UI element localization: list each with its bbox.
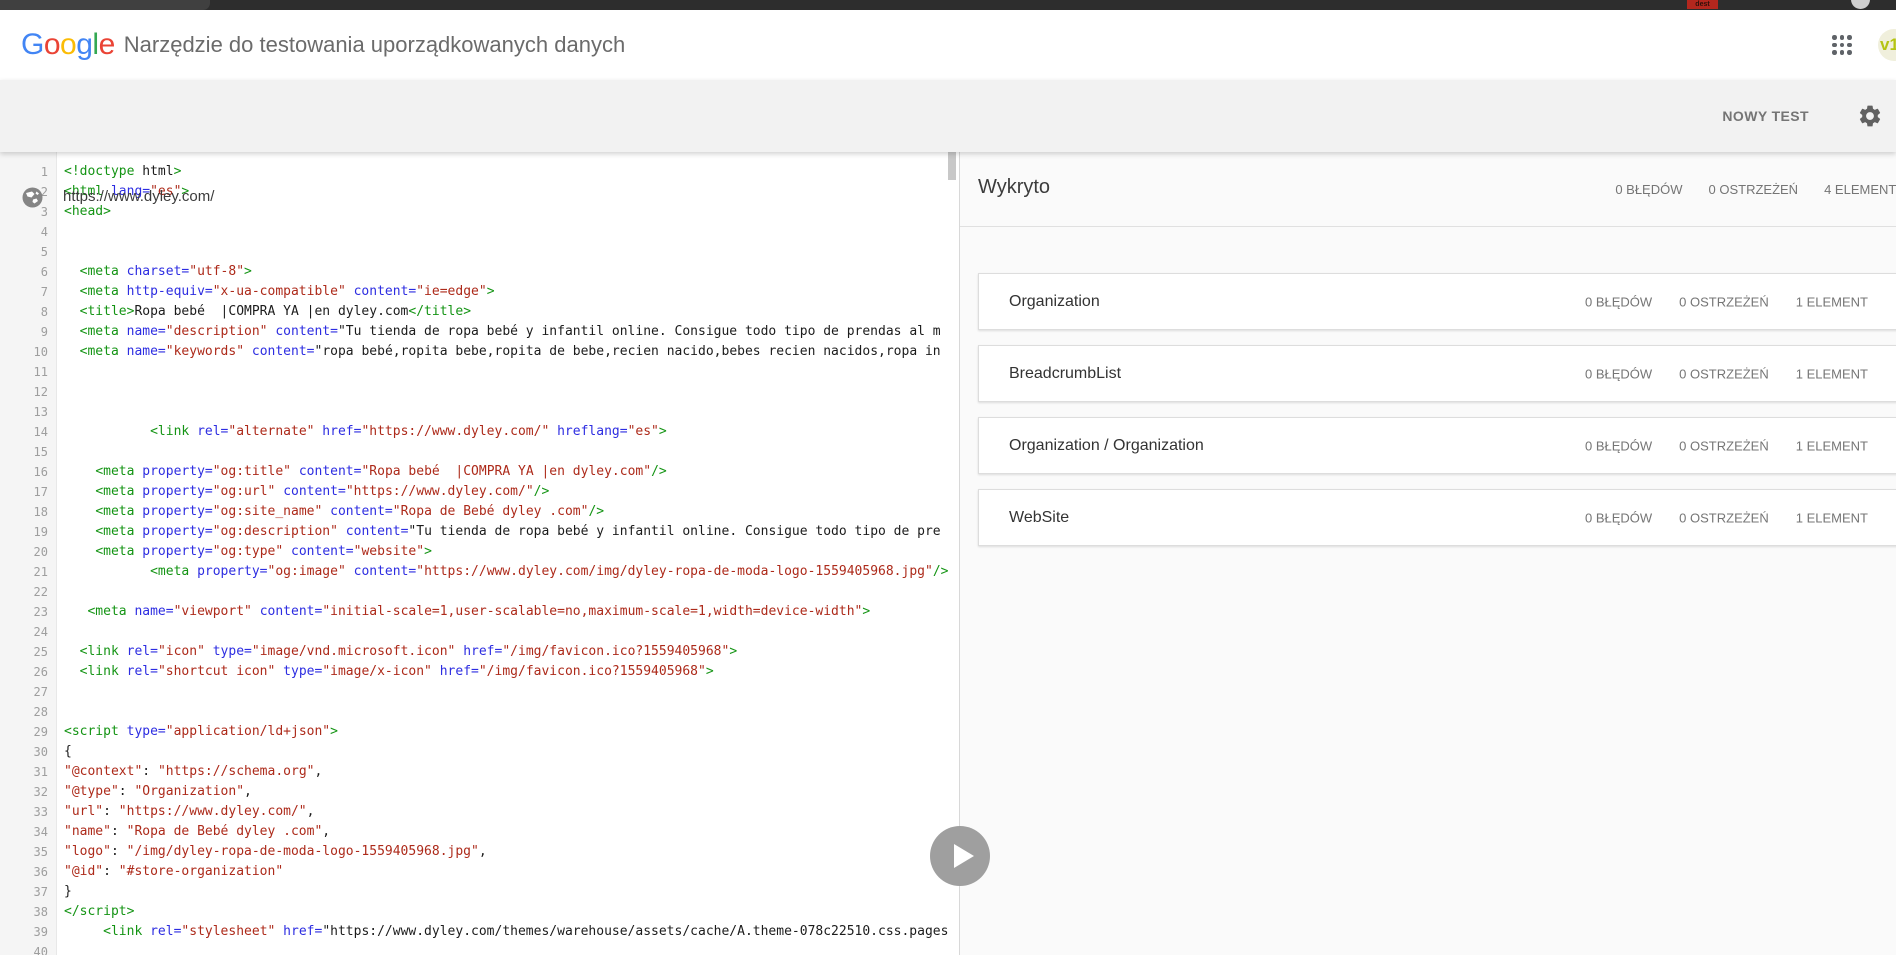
elements-count: 1 ELEMENT bbox=[1795, 294, 1868, 309]
source-code-panel[interactable]: 1 <!doctype html> 2 <html lang="es"> 3 <head>… bbox=[0, 152, 959, 955]
browser-extension-badge: dest bbox=[1687, 0, 1718, 9]
code-scrollbar-thumb[interactable] bbox=[948, 152, 956, 180]
code-line: 32 "@type": "Organization", bbox=[33, 784, 252, 799]
code-line: 21 <meta property="og:image" content="ht… bbox=[33, 564, 949, 579]
result-card-stats: 0 BŁĘDÓW 0 OSTRZEŻEŃ 1 ELEMENT bbox=[1585, 438, 1868, 453]
browser-chrome-bar: dest bbox=[0, 0, 1896, 10]
code-line: 11 bbox=[33, 365, 48, 379]
code-line: 1 <!doctype html> bbox=[40, 164, 182, 179]
url-toolbar: https://www.dyley.com/ NOWY TEST bbox=[0, 80, 1896, 208]
browser-tab[interactable] bbox=[0, 0, 210, 10]
result-type-label: Organization / Organization bbox=[1009, 436, 1204, 454]
page-title: Narzędzie do testowania uporządkowanych … bbox=[123, 32, 626, 57]
code-line: 29 <script type="application/ld+json"> bbox=[33, 724, 338, 739]
result-card[interactable]: WebSite 0 BŁĘDÓW 0 OSTRZEŻEŃ 1 ELEMENT bbox=[978, 489, 1896, 546]
errors-count: 0 BŁĘDÓW bbox=[1584, 294, 1653, 309]
code-line: 25 <link rel="icon" type="image/vnd.micr… bbox=[33, 644, 738, 659]
code-line: 39 <link rel="stylesheet" href="https://… bbox=[33, 924, 949, 939]
code-line: 7 <meta http-equiv="x-ua-compatible" con… bbox=[40, 284, 495, 299]
summary-errors: 0 BŁĘDÓW bbox=[1615, 182, 1683, 197]
main-content: 1 <!doctype html> 2 <html lang="es"> 3 <head>… bbox=[0, 152, 1896, 955]
result-card[interactable]: Organization / Organization 0 BŁĘDÓW 0 O… bbox=[978, 417, 1896, 474]
tested-url: https://www.dyley.com/ bbox=[63, 188, 215, 205]
code-line: 10 <meta name="keywords" content="ropa b… bbox=[33, 344, 941, 359]
elements-count: 1 ELEMENT bbox=[1795, 510, 1868, 525]
code-line: 16 <meta property="og:title" content="Ro… bbox=[33, 464, 667, 479]
errors-count: 0 BŁĘDÓW bbox=[1584, 438, 1653, 453]
globe-icon bbox=[22, 187, 43, 213]
result-type-label: WebSite bbox=[1009, 508, 1070, 526]
new-test-button[interactable]: NOWY TEST bbox=[1722, 108, 1809, 124]
code-line: 12 bbox=[33, 385, 48, 399]
summary-warnings: 0 OSTRZEŻEŃ bbox=[1708, 182, 1799, 197]
code-line: 34 "name": "Ropa de Bebé dyley .com", bbox=[33, 824, 331, 839]
code-line: 27 bbox=[33, 685, 48, 699]
code-line: 5 bbox=[40, 245, 48, 259]
results-panel: Wykryto 0 BŁĘDÓW 0 OSTRZEŻEŃ 4 ELEMENTY … bbox=[959, 152, 1896, 955]
result-card-stats: 0 BŁĘDÓW 0 OSTRZEŻEŃ 1 ELEMENT bbox=[1585, 510, 1868, 525]
code-line: 36 "@id": "#store-organization" bbox=[33, 864, 284, 879]
code-line: 19 <meta property="og:description" conte… bbox=[33, 524, 941, 539]
warnings-count: 0 OSTRZEŻEŃ bbox=[1679, 366, 1769, 381]
errors-count: 0 BŁĘDÓW bbox=[1584, 510, 1653, 525]
code-line: 24 bbox=[33, 625, 48, 639]
avatar[interactable]: v1c bbox=[1878, 29, 1896, 61]
results-header: Wykryto 0 BŁĘDÓW 0 OSTRZEŻEŃ 4 ELEMENTY bbox=[960, 152, 1896, 227]
result-card[interactable]: BreadcrumbList 0 BŁĘDÓW 0 OSTRZEŻEŃ 1 EL… bbox=[978, 345, 1896, 402]
code-line: 37} bbox=[33, 884, 72, 899]
code-line: 35 "logo": "/img/dyley-ropa-de-moda-logo-… bbox=[33, 844, 487, 859]
elements-count: 1 ELEMENT bbox=[1795, 438, 1868, 453]
warnings-count: 0 OSTRZEŻEŃ bbox=[1679, 294, 1769, 309]
code-line: 22 bbox=[33, 585, 48, 599]
code-line: 8 <title>Ropa bebé |COMPRA YA |en dyley.… bbox=[40, 304, 472, 319]
result-cards-list: Organization 0 BŁĘDÓW 0 OSTRZEŻEŃ 1 ELEM… bbox=[960, 227, 1896, 546]
results-title: Wykryto bbox=[978, 176, 1051, 198]
code-line: 18 <meta property="og:site_name" content… bbox=[33, 504, 605, 519]
code-line: 33 "url": "https://www.dyley.com/", bbox=[33, 804, 315, 819]
code-line: 6 <meta charset="utf-8"> bbox=[40, 264, 252, 279]
code-line: 31 "@context": "https://schema.org", bbox=[33, 764, 323, 779]
code-line: 26 <link rel="shortcut icon" type="image… bbox=[33, 664, 714, 679]
elements-count: 1 ELEMENT bbox=[1795, 366, 1868, 381]
result-card-stats: 0 BŁĘDÓW 0 OSTRZEŻEŃ 1 ELEMENT bbox=[1585, 294, 1868, 309]
code-line: 13 bbox=[33, 405, 48, 419]
code-line: 9 <meta name="description" content="Tu t… bbox=[40, 324, 941, 339]
code-line: 14 <link rel="alternate" href="https://w… bbox=[33, 424, 667, 439]
code-line: 38 </script> bbox=[33, 904, 135, 919]
code-line: 4 bbox=[40, 225, 48, 239]
code-line: 15 bbox=[33, 445, 48, 459]
google-logo[interactable]: Google bbox=[21, 28, 115, 62]
result-type-label: BreadcrumbList bbox=[1009, 364, 1122, 382]
structured-data-testing-tool: dest Google Narzędzie do testowania upor… bbox=[0, 0, 1896, 955]
code-line: 30{ bbox=[33, 744, 72, 759]
gear-icon[interactable] bbox=[1857, 103, 1883, 129]
summary-stats: 0 BŁĘDÓW 0 OSTRZEŻEŃ 4 ELEMENTY bbox=[1615, 182, 1896, 197]
code-line: 23 <meta name="viewport" content="initia… bbox=[33, 604, 871, 619]
result-type-label: Organization bbox=[1009, 292, 1100, 310]
code-line: 3 <head> bbox=[40, 204, 111, 219]
summary-elements: 4 ELEMENTY bbox=[1824, 182, 1896, 197]
code-line: 20 <meta property="og:type" content="web… bbox=[33, 544, 432, 559]
run-test-button[interactable] bbox=[930, 826, 990, 886]
code-lines: 1 <!doctype html> 2 <html lang="es"> 3 <head>… bbox=[0, 152, 959, 955]
apps-grid-icon[interactable] bbox=[1832, 35, 1852, 55]
errors-count: 0 BŁĘDÓW bbox=[1584, 366, 1653, 381]
result-card-stats: 0 BŁĘDÓW 0 OSTRZEŻEŃ 1 ELEMENT bbox=[1585, 366, 1868, 381]
code-line: 28 bbox=[33, 705, 48, 719]
browser-profile-icon[interactable] bbox=[1851, 0, 1870, 9]
avatar-text: v1c bbox=[1880, 35, 1896, 54]
code-line: 17 <meta property="og:url" content="http… bbox=[33, 484, 550, 499]
warnings-count: 0 OSTRZEŻEŃ bbox=[1679, 510, 1769, 525]
app-header: Google Narzędzie do testowania uporządko… bbox=[0, 10, 1896, 80]
result-card[interactable]: Organization 0 BŁĘDÓW 0 OSTRZEŻEŃ 1 ELEM… bbox=[978, 273, 1896, 330]
play-icon bbox=[954, 844, 974, 868]
warnings-count: 0 OSTRZEŻEŃ bbox=[1679, 438, 1769, 453]
code-line: 40 bbox=[33, 945, 48, 955]
